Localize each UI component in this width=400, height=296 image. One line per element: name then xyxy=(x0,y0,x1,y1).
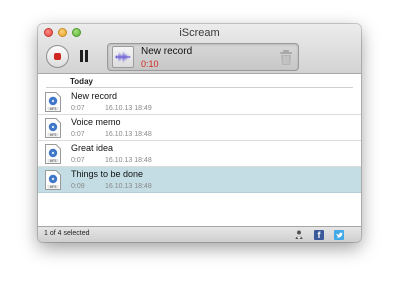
mp3-file-icon: MP3 xyxy=(45,92,61,112)
record-date: 16.10.13 18:48 xyxy=(105,157,152,164)
svg-text:MP3: MP3 xyxy=(50,107,57,111)
now-recording-panel: New record 0:10 xyxy=(107,43,299,71)
mp3-file-icon: MP3 xyxy=(45,144,61,164)
titlebar: iScream New record 0:10 xyxy=(38,24,361,74)
list-item-selected[interactable]: MP3 Things to be done 0:09 16.10.13 18:4… xyxy=(38,167,361,193)
facebook-icon[interactable]: f xyxy=(314,230,324,240)
stop-record-button[interactable] xyxy=(46,45,69,68)
section-header-today: Today xyxy=(46,77,353,88)
record-date: 16.10.13 18:48 xyxy=(105,183,152,190)
pause-button[interactable] xyxy=(79,50,89,62)
mp3-file-icon: MP3 xyxy=(45,118,61,138)
recordings-list[interactable]: Today MP3 New record 0:07 16.10.13 18:49… xyxy=(38,74,361,226)
svg-text:MP3: MP3 xyxy=(50,133,57,137)
current-record-elapsed: 0:10 xyxy=(141,59,159,69)
mp3-file-icon: MP3 xyxy=(45,170,61,190)
window-title: iScream xyxy=(179,27,220,39)
trash-icon[interactable] xyxy=(279,50,293,66)
twitter-icon[interactable] xyxy=(334,230,344,240)
record-duration: 0:07 xyxy=(71,157,85,164)
record-date: 16.10.13 18:48 xyxy=(105,131,152,138)
selection-status: 1 of 4 selected xyxy=(44,230,90,237)
waveform-icon xyxy=(112,46,134,68)
record-duration: 0:09 xyxy=(71,183,85,190)
list-item[interactable]: MP3 Great idea 0:07 16.10.13 18:48 xyxy=(38,141,361,167)
stop-icon xyxy=(54,53,61,60)
list-item[interactable]: MP3 New record 0:07 16.10.13 18:49 xyxy=(38,89,361,115)
record-name: Great idea xyxy=(71,143,114,153)
record-date: 16.10.13 18:49 xyxy=(105,105,152,112)
status-bar: 1 of 4 selected f xyxy=(38,226,361,242)
record-name: New record xyxy=(71,91,118,101)
share-icon[interactable] xyxy=(294,230,304,240)
record-name: Voice memo xyxy=(71,117,121,127)
record-duration: 0:07 xyxy=(71,105,85,112)
svg-text:MP3: MP3 xyxy=(50,159,57,163)
current-record-name: New record xyxy=(141,46,193,57)
svg-text:MP3: MP3 xyxy=(50,185,57,189)
record-duration: 0:07 xyxy=(71,131,85,138)
list-item[interactable]: MP3 Voice memo 0:07 16.10.13 18:48 xyxy=(38,115,361,141)
pause-icon xyxy=(80,50,83,62)
record-name: Things to be done xyxy=(71,169,144,179)
app-window: iScream New record 0:10 Today MP3 New re… xyxy=(38,24,361,242)
